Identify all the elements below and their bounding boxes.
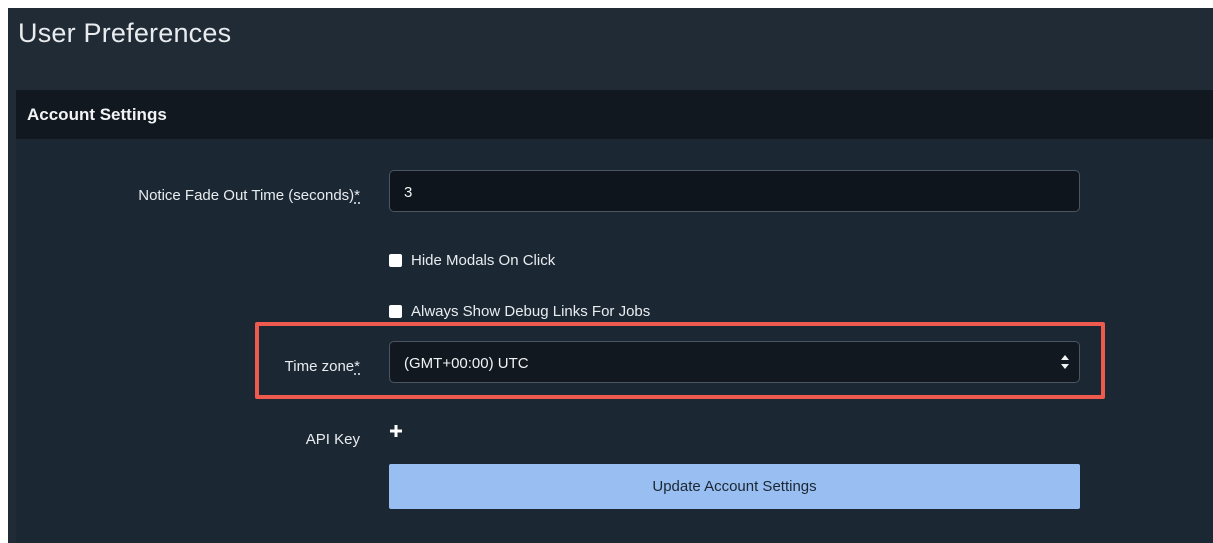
time-zone-highlight-box — [255, 322, 1105, 399]
fade-out-value: 3 — [404, 184, 413, 201]
debug-links-option[interactable]: Always Show Debug Links For Jobs — [389, 303, 650, 320]
update-account-settings-button[interactable]: Update Account Settings — [389, 464, 1080, 509]
hide-modals-checkbox[interactable] — [389, 254, 402, 267]
fade-out-input[interactable]: 3 — [389, 170, 1080, 212]
panel-header: Account Settings — [16, 90, 1213, 139]
hide-modals-option[interactable]: Hide Modals On Click — [389, 252, 555, 269]
fade-out-label-text: Notice Fade Out Time (seconds) — [138, 187, 355, 204]
required-marker: * — [354, 187, 360, 204]
panel-title: Account Settings — [27, 105, 167, 124]
debug-links-label: Always Show Debug Links For Jobs — [411, 303, 651, 320]
hide-modals-label: Hide Modals On Click — [411, 252, 556, 269]
api-key-label: API Key — [305, 431, 360, 448]
debug-links-checkbox[interactable] — [389, 305, 402, 318]
page-title: User Preferences — [18, 18, 232, 48]
preferences-page: User Preferences Account Settings Notice… — [8, 8, 1213, 543]
plus-icon[interactable] — [389, 424, 403, 438]
fade-out-label: Notice Fade Out Time (seconds)* — [138, 187, 360, 204]
